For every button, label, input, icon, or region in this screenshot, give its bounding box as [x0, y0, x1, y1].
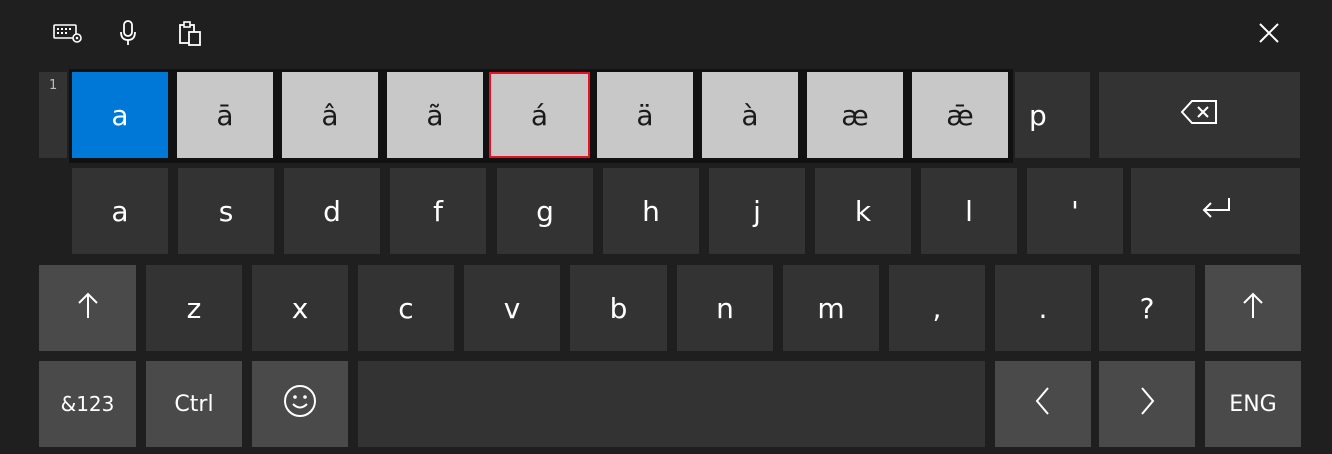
key-language[interactable]: ENG: [1205, 361, 1301, 447]
key-shift-right[interactable]: [1205, 265, 1301, 351]
key-d[interactable]: d: [284, 168, 380, 254]
shift-icon: [76, 290, 100, 327]
right-arrow-icon: [1137, 385, 1157, 424]
key-z[interactable]: z: [146, 265, 242, 351]
left-arrow-icon: [1033, 385, 1053, 424]
key-v[interactable]: v: [464, 265, 560, 351]
key-g[interactable]: g: [497, 168, 593, 254]
close-icon[interactable]: [1252, 16, 1286, 50]
key-enter[interactable]: [1131, 168, 1300, 254]
shift-icon: [1241, 290, 1265, 327]
key-m[interactable]: m: [783, 265, 879, 351]
accent-option-a-circumflex[interactable]: â: [282, 72, 378, 158]
key-k[interactable]: k: [815, 168, 911, 254]
key-comma[interactable]: ,: [889, 265, 985, 351]
key-period[interactable]: .: [995, 265, 1091, 351]
clipboard-icon[interactable]: [173, 16, 207, 50]
key-emoji[interactable]: [252, 361, 348, 447]
key-space[interactable]: [358, 361, 985, 447]
microphone-icon[interactable]: [111, 16, 145, 50]
accent-option-a-macron[interactable]: ā: [177, 72, 273, 158]
accent-option-a-diaeresis[interactable]: ä: [597, 72, 693, 158]
key-backspace[interactable]: [1099, 72, 1300, 158]
accent-index-label: 1: [39, 72, 67, 158]
emoji-icon: [282, 383, 318, 426]
key-symbols[interactable]: &123: [39, 361, 136, 447]
key-j[interactable]: j: [709, 168, 805, 254]
key-n[interactable]: n: [677, 265, 773, 351]
accent-option-a[interactable]: a: [72, 72, 168, 158]
accent-option-a-acute[interactable]: á: [489, 72, 590, 158]
key-p[interactable]: p: [1015, 72, 1090, 158]
accent-option-ae[interactable]: æ: [807, 72, 903, 158]
key-l[interactable]: l: [921, 168, 1017, 254]
accent-option-a-grave[interactable]: à: [702, 72, 798, 158]
enter-icon: [1199, 195, 1233, 228]
key-f[interactable]: f: [390, 168, 486, 254]
keyboard-settings-icon[interactable]: [51, 16, 85, 50]
key-b[interactable]: b: [570, 265, 667, 351]
key-h[interactable]: h: [603, 168, 699, 254]
key-left[interactable]: [995, 361, 1091, 447]
key-x[interactable]: x: [252, 265, 348, 351]
key-ctrl[interactable]: Ctrl: [146, 361, 242, 447]
backspace-icon: [1180, 98, 1220, 133]
key-s[interactable]: s: [178, 168, 274, 254]
key-c[interactable]: c: [358, 265, 454, 351]
accent-option-ae-macron[interactable]: ǣ: [912, 72, 1008, 158]
key-shift-left[interactable]: [39, 265, 136, 351]
key-right[interactable]: [1099, 361, 1195, 447]
key-question[interactable]: ?: [1099, 265, 1195, 351]
accent-option-a-tilde[interactable]: ã: [387, 72, 483, 158]
key-apostrophe[interactable]: ': [1027, 168, 1123, 254]
key-a[interactable]: a: [72, 168, 168, 254]
